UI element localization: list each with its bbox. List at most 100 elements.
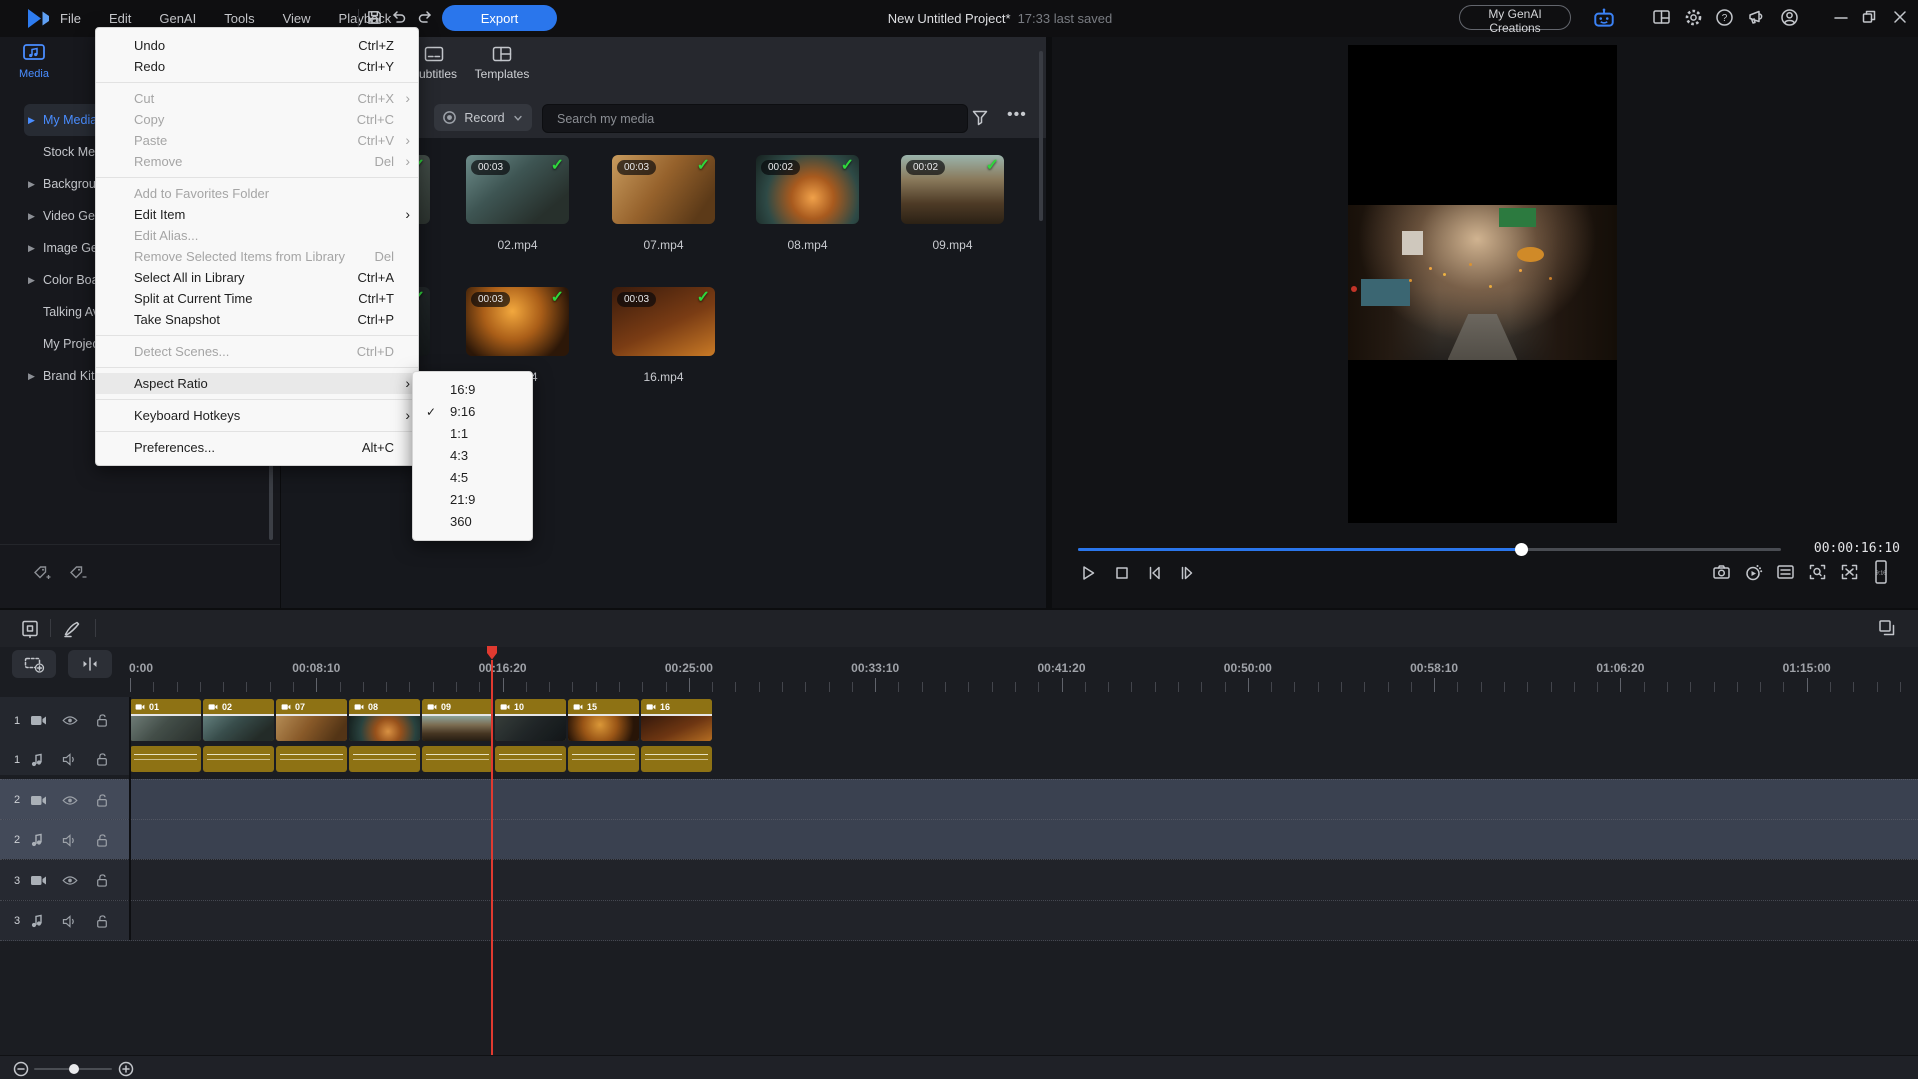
timeline-audio-clip-16[interactable] [641,746,712,772]
timeline-zoom-slider[interactable] [34,1068,112,1070]
expander-arrow-icon[interactable]: ▶ [28,232,35,264]
media-thumbnail-15-mp4[interactable]: 00:03✓ [466,287,569,356]
media-thumbnail-16-mp4[interactable]: 00:03✓ [612,287,715,356]
aspect-option-16-9[interactable]: 16:9 [413,379,532,401]
timeline-video-clip-15[interactable]: 15 [568,699,639,741]
timeline-audio-clip-02[interactable] [203,746,274,772]
menubar-genai[interactable]: GenAI [159,11,196,26]
lock-icon[interactable] [96,914,108,929]
aspect-option-4-3[interactable]: 4:3 [413,445,532,467]
menubar-playback[interactable]: Playback [339,11,392,26]
lock-icon[interactable] [96,873,108,888]
ai-copilot-icon[interactable] [1592,7,1616,29]
aspect-option-9-16[interactable]: ✓9:16 [413,401,532,423]
announcements-icon[interactable] [1747,8,1767,26]
menu-item-undo[interactable]: UndoCtrl+Z [96,35,418,56]
help-icon[interactable]: ? [1715,8,1734,27]
account-icon[interactable] [1780,8,1799,27]
mute-speaker-icon[interactable] [62,753,77,766]
toggle-visibility-eye-icon[interactable] [62,795,78,806]
media-thumbnail-07-mp4[interactable]: 00:03✓ [612,155,715,224]
timeline-track-video-3[interactable]: 3 [0,859,1918,901]
stop-button[interactable] [1112,563,1132,583]
toggle-visibility-eye-icon[interactable] [62,715,78,726]
menu-item-redo[interactable]: RedoCtrl+Y [96,56,418,77]
window-minimize-button[interactable] [1834,11,1848,25]
menu-item-keyboard-hotkeys[interactable]: Keyboard Hotkeys› [96,405,418,426]
lock-icon[interactable] [96,793,108,808]
aspect-option-21-9[interactable]: 21:9 [413,489,532,511]
menubar-edit[interactable]: Edit [109,11,131,26]
sidebar-tab-media[interactable]: Media [4,42,64,80]
timeline-track-video-2[interactable]: 2 [0,779,1918,820]
menubar-tools[interactable]: Tools [224,11,254,26]
window-close-button[interactable] [1893,10,1907,24]
search-input[interactable] [555,105,954,132]
media-thumbnail-09-mp4[interactable]: 00:02✓ [901,155,1004,224]
aspect-ratio-916-icon[interactable]: 9:16 [1870,559,1892,585]
aspect-option-4-5[interactable]: 4:5 [413,467,532,489]
window-restore-button[interactable] [1862,10,1876,24]
mute-speaker-icon[interactable] [62,834,77,847]
playback-speed-icon[interactable] [1744,563,1763,581]
menu-item-edit-item[interactable]: Edit Item› [96,204,418,225]
lock-icon[interactable] [96,833,108,848]
tab-templates[interactable]: Templates [457,45,547,81]
add-tag-icon[interactable] [32,564,52,582]
menu-item-split-at-current-time[interactable]: Split at Current TimeCtrl+T [96,288,418,309]
timeline-video-clip-01[interactable]: 01 [130,699,201,741]
lock-icon[interactable] [96,752,108,767]
menubar-file[interactable]: File [60,11,81,26]
timeline-video-clip-07[interactable]: 07 [276,699,347,741]
save-icon[interactable] [366,9,383,26]
zoom-knob[interactable] [69,1064,79,1074]
menubar-view[interactable]: View [283,11,311,26]
toggle-visibility-eye-icon[interactable] [62,875,78,886]
media-grid-scrollbar[interactable] [1039,51,1043,221]
timeline-audio-clip-15[interactable] [568,746,639,772]
redo-icon[interactable] [416,9,434,25]
filter-icon[interactable] [971,109,989,127]
playback-progress-bar[interactable] [1078,548,1781,551]
zoom-in-icon[interactable] [118,1061,134,1077]
timeline-video-clip-16[interactable]: 16 [641,699,712,741]
timeline-audio-clip-09[interactable] [422,746,493,772]
menu-item-select-all-in-library[interactable]: Select All in LibraryCtrl+A [96,267,418,288]
timeline-track-audio-2[interactable]: 2 [0,819,1918,860]
mute-speaker-icon[interactable] [62,915,77,928]
play-button[interactable] [1078,563,1098,583]
snapshot-icon[interactable] [1712,563,1731,581]
expander-arrow-icon[interactable]: ▶ [28,168,35,200]
layout-icon[interactable] [1652,8,1671,26]
settings-gear-icon[interactable] [1684,8,1703,27]
zoom-out-icon[interactable] [13,1061,29,1077]
media-thumbnail-08-mp4[interactable]: 00:02✓ [756,155,859,224]
preview-zoom-icon[interactable] [1808,563,1827,581]
media-thumbnail-02-mp4[interactable]: 00:03✓ [466,155,569,224]
previous-frame-button[interactable] [1144,563,1164,583]
timeline-audio-clip-07[interactable] [276,746,347,772]
timeline-video-clip-08[interactable]: 08 [349,699,420,741]
more-options-icon[interactable]: ••• [1007,106,1027,124]
record-button[interactable]: Record [434,104,532,131]
timeline-video-clip-10[interactable]: 10 [495,699,566,741]
next-frame-button[interactable] [1176,563,1196,583]
menu-item-take-snapshot[interactable]: Take SnapshotCtrl+P [96,309,418,330]
marker-list-icon[interactable] [1776,563,1795,581]
aspect-option-1-1[interactable]: 1:1 [413,423,532,445]
expander-arrow-icon[interactable]: ▶ [28,264,35,296]
undo-icon[interactable] [390,9,408,25]
aspect-option-360[interactable]: 360 [413,511,532,533]
timeline-video-clip-02[interactable]: 02 [203,699,274,741]
playhead-line[interactable] [491,660,493,1055]
playhead-handle[interactable] [485,645,499,661]
my-genai-creations-button[interactable]: My GenAI Creations [1459,5,1571,30]
timeline-audio-clip-08[interactable] [349,746,420,772]
remove-tag-icon[interactable] [68,564,88,582]
menu-item-aspect-ratio[interactable]: Aspect Ratio› [96,373,418,394]
timeline-track-audio-3[interactable]: 3 [0,900,1918,941]
expander-arrow-icon[interactable]: ▶ [28,104,35,136]
menu-item-preferences[interactable]: Preferences...Alt+C [96,437,418,458]
expander-arrow-icon[interactable]: ▶ [28,360,35,392]
lock-icon[interactable] [96,713,108,728]
